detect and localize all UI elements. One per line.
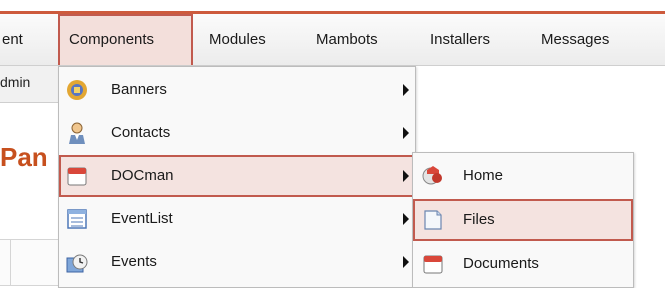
documents-icon xyxy=(423,255,443,274)
submenu-item-label: Files xyxy=(463,211,495,228)
dropdown-item-banners[interactable]: Banners xyxy=(59,69,415,111)
dropdown-item-label: Banners xyxy=(111,81,167,98)
chevron-right-icon xyxy=(403,84,409,96)
contacts-icon xyxy=(69,122,85,144)
eventlist-icon xyxy=(67,209,87,229)
home-icon xyxy=(422,166,442,185)
menu-item-content[interactable]: ent xyxy=(2,14,23,65)
content-panel xyxy=(0,239,61,286)
dropdown-item-contacts[interactable]: Contacts xyxy=(59,112,415,154)
dropdown-item-docman[interactable]: DOCman xyxy=(59,155,415,197)
chevron-right-icon xyxy=(403,170,409,182)
menu-item-modules[interactable]: Modules xyxy=(209,14,266,65)
dropdown-item-label: EventList xyxy=(111,210,173,227)
dropdown-item-label: Contacts xyxy=(111,124,171,141)
submenu-item-label: Home xyxy=(463,167,504,184)
dropdown-item-eventlist[interactable]: EventList xyxy=(59,198,415,240)
sub-toolbar-label[interactable]: dmin xyxy=(0,74,30,90)
dropdown-item-events[interactable]: Events xyxy=(59,241,415,283)
menu-item-messages[interactable]: Messages xyxy=(541,14,609,65)
files-icon xyxy=(424,210,442,230)
banners-icon xyxy=(67,80,87,100)
submenu-item-files[interactable]: Files xyxy=(413,199,633,241)
menu-item-mambots[interactable]: Mambots xyxy=(316,14,378,65)
page-title: Pan xyxy=(0,142,48,172)
sub-toolbar: dmin xyxy=(0,66,61,103)
chevron-right-icon xyxy=(403,213,409,225)
submenu-item-documents[interactable]: Documents xyxy=(413,243,633,285)
menu-item-components[interactable]: Components xyxy=(58,14,193,65)
dropdown-item-label: DOCman xyxy=(111,167,174,184)
panel-divider xyxy=(10,240,11,285)
chevron-right-icon xyxy=(403,127,409,139)
menu-item-installers[interactable]: Installers xyxy=(430,14,490,65)
submenu-item-home[interactable]: Home xyxy=(413,155,633,197)
events-icon xyxy=(66,254,88,273)
docman-submenu: Home Files Documents xyxy=(412,152,634,288)
dropdown-item-label: Events xyxy=(111,253,157,270)
components-dropdown: Banners Contacts DOCman EventList Events xyxy=(58,66,416,288)
submenu-item-label: Documents xyxy=(463,255,539,272)
docman-icon xyxy=(67,167,87,186)
chevron-right-icon xyxy=(403,256,409,268)
